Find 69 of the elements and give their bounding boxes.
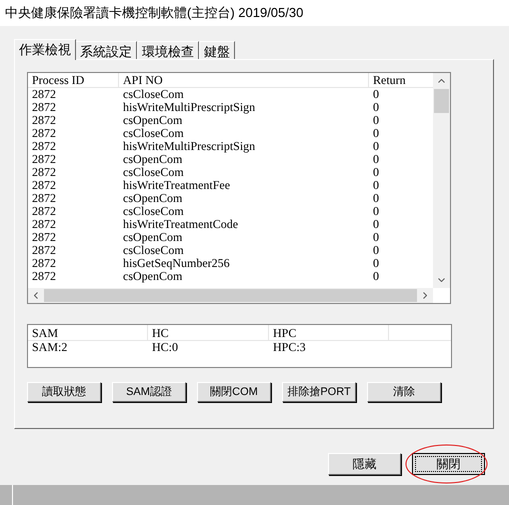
table-cell-text: SAM:2 xyxy=(31,341,68,355)
table-cell-text: 2872 xyxy=(31,218,57,231)
table-cell-text: HC:0 xyxy=(151,341,180,355)
table-cell-text: 0 xyxy=(372,166,380,179)
tab[interactable]: 環境檢查 xyxy=(137,41,199,59)
table-cell-text: 0 xyxy=(372,218,380,231)
table-cell-text: 2872 xyxy=(31,88,57,101)
table-cell-text: 0 xyxy=(372,140,380,153)
table-cell-text: 2872 xyxy=(31,179,57,192)
table-cell-text: 0 xyxy=(372,270,380,283)
table-cell-text: 2872 xyxy=(31,153,57,166)
table-cell-text: 0 xyxy=(372,257,380,270)
table-cell-text: 2872 xyxy=(31,127,57,140)
table-cell-text: 0 xyxy=(372,179,380,192)
action-button[interactable]: 排除搶PORT xyxy=(282,382,356,402)
table-cell-text: 2872 xyxy=(31,231,57,244)
table-cell-text: 0 xyxy=(372,244,380,257)
table-cell-text: 2872 xyxy=(31,270,57,283)
table-cell-text: 0 xyxy=(372,231,380,244)
table-cell-text: 0 xyxy=(372,88,380,101)
tab[interactable]: 鍵盤 xyxy=(199,41,235,59)
table-cell-text: 0 xyxy=(372,127,380,140)
table-cell-text: csOpenCom xyxy=(122,231,184,244)
table-cell-text: 2872 xyxy=(31,166,57,179)
tab[interactable]: 系統設定 xyxy=(75,41,137,59)
table-cell-text: 2872 xyxy=(31,114,57,127)
table-cell-text: 0 xyxy=(372,192,380,205)
table-cell-text: 2872 xyxy=(31,257,57,270)
table-cell-text: hisWriteTreatmentFee xyxy=(122,179,232,192)
horizontal-scrollbar[interactable] xyxy=(28,288,433,303)
action-button[interactable]: SAM認證 xyxy=(112,382,186,402)
dialog-button[interactable]: 隱藏 xyxy=(328,453,401,475)
table-cell-text: 2872 xyxy=(31,101,57,114)
column-header[interactable]: API NO xyxy=(119,73,369,88)
column-header[interactable]: HPC xyxy=(269,325,389,340)
table-cell-text: hisWriteTreatmentCode xyxy=(122,218,240,231)
table-cell-text: csCloseCom xyxy=(122,127,185,140)
column-header[interactable]: SAM xyxy=(28,325,148,340)
column-header[interactable]: HC xyxy=(148,325,269,340)
table-cell-text: 2872 xyxy=(31,205,57,218)
table-cell-text: csCloseCom xyxy=(122,205,185,218)
action-button[interactable]: 讀取狀態 xyxy=(27,382,101,402)
table-cell-text: csOpenCom xyxy=(122,114,182,127)
table-cell-text: 0 xyxy=(372,114,380,127)
column-header[interactable]: Process ID xyxy=(28,73,119,88)
action-button[interactable]: 清除 xyxy=(367,382,441,402)
window-title: 中央健康保險署讀卡機控制軟體(主控台) 2019/05/30 xyxy=(5,4,304,22)
table-cell-text: csCloseCom xyxy=(122,166,185,179)
table-cell-text: 2872 xyxy=(31,140,57,153)
table-cell-text: 2872 xyxy=(31,244,57,257)
tab[interactable]: 作業檢視 xyxy=(14,39,76,60)
scroll-thumb[interactable] xyxy=(434,89,449,113)
table-cell-text: csCloseCom xyxy=(122,88,185,101)
vertical-scrollbar[interactable] xyxy=(433,73,450,288)
table-cell-text: csOpenCom xyxy=(122,192,184,205)
table-cell-text: csOpenCom xyxy=(122,153,182,166)
table-cell-text: hisWriteMultiPrescriptSign xyxy=(122,101,256,114)
table-cell-text: 2872 xyxy=(31,192,57,205)
table-cell-text: 0 xyxy=(372,205,380,218)
dialog-button[interactable]: 關閉 xyxy=(412,453,485,475)
table-cell-text: HPC:3 xyxy=(272,341,307,355)
table-cell-text: csCloseCom xyxy=(122,244,185,257)
scroll-thumb[interactable] xyxy=(44,289,417,302)
table-cell-text: hisGetSeqNumber256 xyxy=(122,257,231,270)
action-button[interactable]: 關閉COM xyxy=(197,382,271,402)
table-cell-text: 0 xyxy=(372,153,380,166)
table-cell-text: 0 xyxy=(372,101,380,114)
table-cell-text: csOpenCom xyxy=(122,270,182,283)
table-cell-text: hisWriteMultiPrescriptSign xyxy=(122,140,256,153)
